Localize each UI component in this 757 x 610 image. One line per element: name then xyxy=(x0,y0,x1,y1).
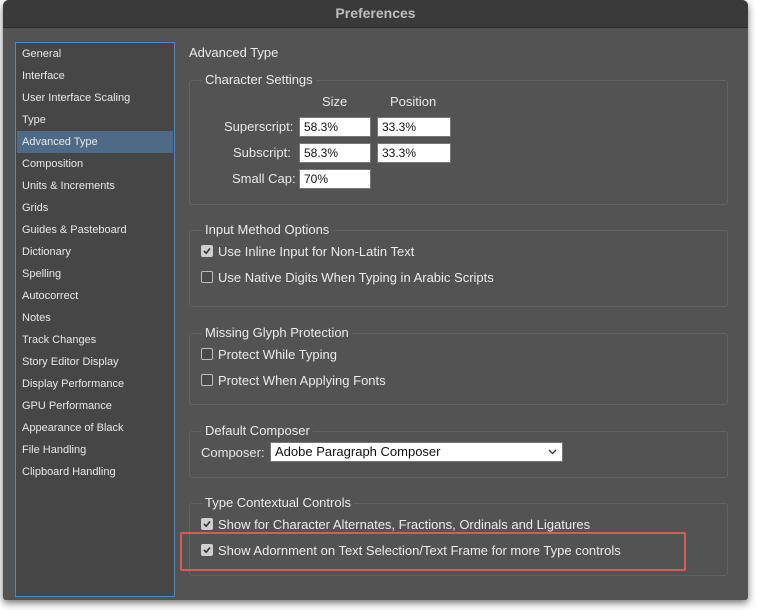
inline-input-label: Use Inline Input for Non-Latin Text xyxy=(218,244,415,259)
alternates-label: Show for Character Alternates, Fractions… xyxy=(218,517,591,532)
missing-glyph-title: Missing Glyph Protection xyxy=(202,325,352,340)
sidebar-item-interface[interactable]: Interface xyxy=(17,65,173,87)
checkmark-icon xyxy=(203,247,211,255)
input-method-group: Input Method Options Use Inline Input fo… xyxy=(189,222,728,307)
sidebar-item-clipboard-handling[interactable]: Clipboard Handling xyxy=(17,461,173,483)
preferences-sidebar: General Interface User Interface Scaling… xyxy=(15,42,175,597)
sidebar-item-composition[interactable]: Composition xyxy=(17,153,173,175)
sidebar-item-autocorrect[interactable]: Autocorrect xyxy=(17,285,173,307)
missing-glyph-group: Missing Glyph Protection Protect While T… xyxy=(189,325,728,405)
sidebar-item-type[interactable]: Type xyxy=(17,109,173,131)
protect-while-typing-label: Protect While Typing xyxy=(218,347,337,362)
sidebar-item-guides-pasteboard[interactable]: Guides & Pasteboard xyxy=(17,219,173,241)
contextual-controls-title: Type Contextual Controls xyxy=(202,495,354,510)
native-digits-label: Use Native Digits When Typing in Arabic … xyxy=(218,270,494,285)
subscript-label: Subscript: xyxy=(233,145,291,160)
composer-label: Composer: xyxy=(201,445,265,460)
size-column-header: Size xyxy=(322,94,348,109)
alternates-checkbox[interactable] xyxy=(201,518,213,530)
input-method-title: Input Method Options xyxy=(202,222,333,237)
sidebar-item-advanced-type[interactable]: Advanced Type xyxy=(17,131,173,153)
inline-input-checkbox[interactable] xyxy=(201,245,213,257)
composer-select[interactable]: Adobe Paragraph Composer xyxy=(270,442,563,462)
sidebar-item-units-increments[interactable]: Units & Increments xyxy=(17,175,173,197)
preferences-window: Preferences General Interface User Inter… xyxy=(3,0,748,600)
character-settings-title: Character Settings xyxy=(202,72,316,87)
sidebar-item-notes[interactable]: Notes xyxy=(17,307,173,329)
checkmark-icon xyxy=(203,520,211,528)
sidebar-item-track-changes[interactable]: Track Changes xyxy=(17,329,173,351)
subscript-size-field[interactable]: 58.3% xyxy=(299,143,371,163)
small-cap-size-field[interactable]: 70% xyxy=(299,169,371,189)
sidebar-item-user-interface-scaling[interactable]: User Interface Scaling xyxy=(17,87,173,109)
character-settings-group: Character Settings Size Position Supersc… xyxy=(189,72,728,205)
page-title: Advanced Type xyxy=(189,45,279,60)
sidebar-item-appearance-of-black[interactable]: Appearance of Black xyxy=(17,417,173,439)
chevron-down-icon xyxy=(548,449,557,455)
highlight-annotation-box xyxy=(180,532,686,571)
sidebar-item-story-editor-display[interactable]: Story Editor Display xyxy=(17,351,173,373)
small-cap-label: Small Cap: xyxy=(232,171,296,186)
composer-value: Adobe Paragraph Composer xyxy=(275,444,441,459)
superscript-label: Superscript: xyxy=(224,119,294,134)
position-column-header: Position xyxy=(390,94,437,109)
sidebar-item-display-performance[interactable]: Display Performance xyxy=(17,373,173,395)
window-title: Preferences xyxy=(3,0,748,28)
superscript-size-field[interactable]: 58.3% xyxy=(299,117,371,137)
default-composer-group: Default Composer Composer: Adobe Paragra… xyxy=(189,423,728,478)
sidebar-item-spelling[interactable]: Spelling xyxy=(17,263,173,285)
sidebar-item-file-handling[interactable]: File Handling xyxy=(17,439,173,461)
protect-while-typing-checkbox[interactable] xyxy=(201,348,213,360)
protect-applying-fonts-checkbox[interactable] xyxy=(201,374,213,386)
native-digits-checkbox[interactable] xyxy=(201,271,213,283)
protect-applying-fonts-label: Protect When Applying Fonts xyxy=(218,373,386,388)
sidebar-item-general[interactable]: General xyxy=(17,43,173,65)
default-composer-title: Default Composer xyxy=(202,423,313,438)
superscript-position-field[interactable]: 33.3% xyxy=(377,117,451,137)
subscript-position-field[interactable]: 33.3% xyxy=(377,143,451,163)
sidebar-item-grids[interactable]: Grids xyxy=(17,197,173,219)
sidebar-item-dictionary[interactable]: Dictionary xyxy=(17,241,173,263)
sidebar-item-gpu-performance[interactable]: GPU Performance xyxy=(17,395,173,417)
